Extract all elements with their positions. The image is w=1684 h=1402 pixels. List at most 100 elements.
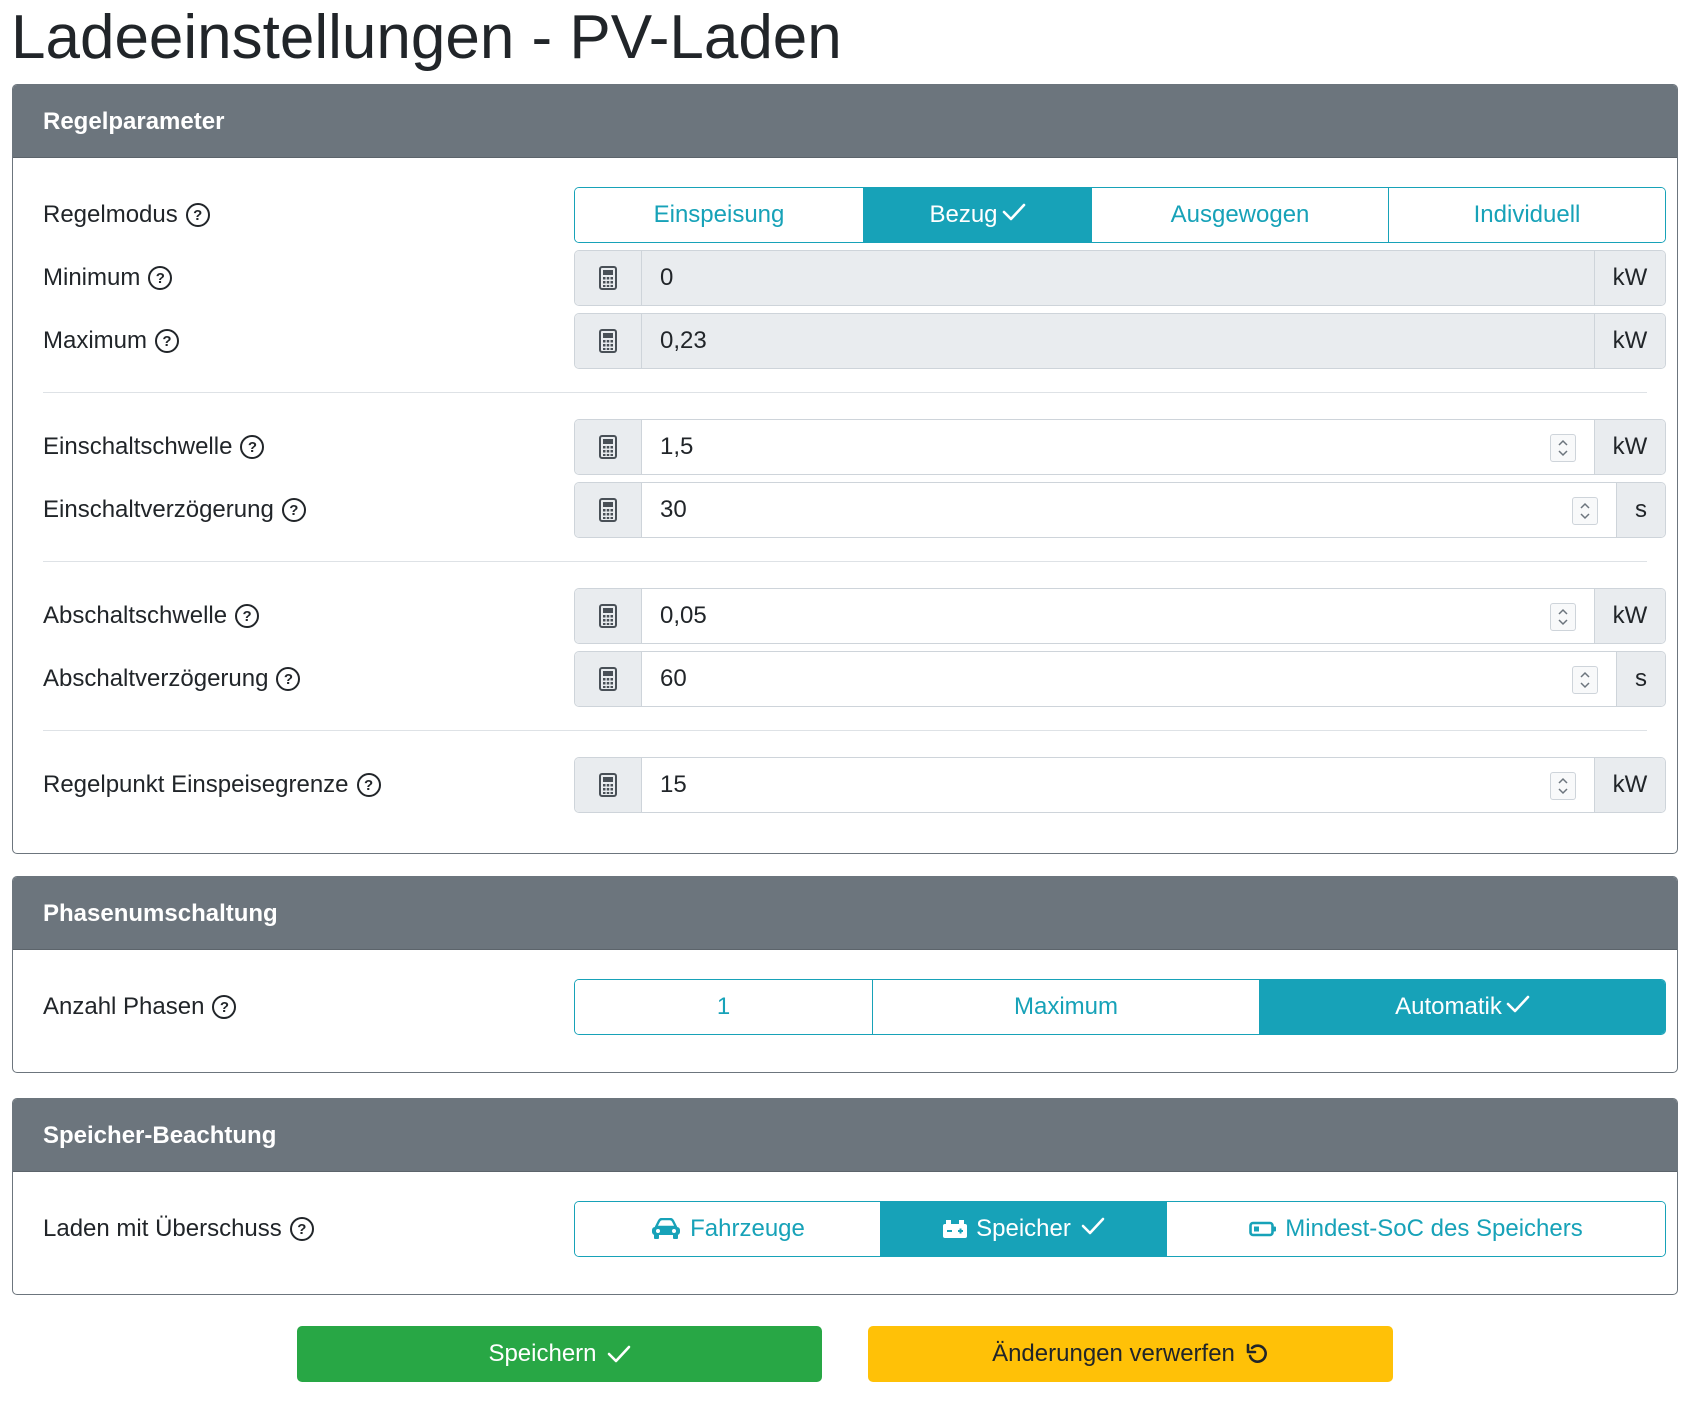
calculator-icon [575, 652, 642, 706]
phasen-option-automatik[interactable]: Automatik [1260, 980, 1665, 1034]
label-einschaltschwelle: Einschaltschwelle ? [43, 419, 265, 475]
row-regelpunkt: Regelpunkt Einspeisegrenze ? 15 kW [13, 757, 1677, 813]
maximum-input-group: 0,23 kW [574, 313, 1666, 369]
row-regelmodus: Regelmodus ? Einspeisung Bezug Ausgewoge… [13, 187, 1677, 243]
number-spinner[interactable] [1550, 434, 1576, 462]
abschaltverzoegerung-input-group: 60 s [574, 651, 1666, 707]
discard-button[interactable]: Änderungen verwerfen [868, 1326, 1393, 1382]
card-header-phasenumschaltung: Phasenumschaltung [13, 877, 1677, 950]
anzahl-phasen-label: Anzahl Phasen [43, 993, 205, 1020]
abschaltverzoegerung-input[interactable]: 60 [642, 652, 1616, 706]
einschaltschwelle-value: 1,5 [660, 433, 694, 460]
divider [43, 730, 1647, 731]
label-regelpunkt: Regelpunkt Einspeisegrenze ? [43, 757, 381, 813]
label-regelmodus: Regelmodus ? [43, 187, 210, 243]
abschaltschwelle-input[interactable]: 0,05 [642, 589, 1594, 643]
number-spinner[interactable] [1572, 666, 1598, 694]
regelmodus-button-group: Einspeisung Bezug Ausgewogen Individuell [574, 187, 1666, 243]
regelpunkt-value: 15 [660, 771, 687, 798]
card-header-regelparameter: Regelparameter [13, 85, 1677, 158]
regelpunkt-unit: kW [1594, 758, 1665, 812]
option-label: Automatik [1395, 993, 1502, 1020]
abschaltschwelle-value: 0,05 [660, 602, 707, 629]
help-icon[interactable]: ? [185, 203, 210, 227]
number-spinner[interactable] [1550, 603, 1576, 631]
help-icon[interactable]: ? [155, 329, 180, 353]
row-einschaltschwelle: Einschaltschwelle ? 1,5 kW [13, 419, 1677, 475]
laden-mit-ueberschuss-button-group: Fahrzeuge Speicher Mindest-SoC des Speic… [574, 1201, 1666, 1257]
abschaltschwelle-label: Abschaltschwelle [43, 602, 228, 629]
number-spinner[interactable] [1550, 772, 1576, 800]
regelmodus-option-ausgewogen[interactable]: Ausgewogen [1092, 188, 1389, 242]
regelpunkt-input[interactable]: 15 [642, 758, 1594, 812]
option-label: Bezug [929, 201, 998, 228]
divider [43, 561, 1647, 562]
row-laden-mit-ueberschuss: Laden mit Überschuss ? Fahrzeuge Speiche… [13, 1201, 1677, 1257]
label-maximum: Maximum ? [43, 313, 180, 369]
einschaltverzoegerung-label: Einschaltverzögerung [43, 496, 274, 523]
label-anzahl-phasen: Anzahl Phasen ? [43, 979, 237, 1035]
row-abschaltverzoegerung: Abschaltverzögerung ? 60 s [13, 651, 1677, 707]
page-title: Ladeeinstellungen - PV-Laden [11, 3, 842, 72]
label-laden-mit-ueberschuss: Laden mit Überschuss ? [43, 1201, 314, 1257]
help-icon[interactable]: ? [235, 604, 260, 628]
einschaltschwelle-unit: kW [1594, 420, 1665, 474]
phasen-option-1[interactable]: 1 [575, 980, 873, 1034]
ueberschuss-option-speicher[interactable]: Speicher [881, 1202, 1167, 1256]
abschaltschwelle-unit: kW [1594, 589, 1665, 643]
regelmodus-option-bezug[interactable]: Bezug [864, 188, 1092, 242]
maximum-label: Maximum [43, 327, 148, 354]
help-icon[interactable]: ? [276, 667, 301, 691]
row-abschaltschwelle: Abschaltschwelle ? 0,05 kW [13, 588, 1677, 644]
regelpunkt-input-group: 15 kW [574, 757, 1666, 813]
einschaltverzoegerung-unit: s [1616, 483, 1665, 537]
help-icon[interactable]: ? [356, 773, 381, 797]
row-maximum: Maximum ? 0,23 kW [13, 313, 1677, 369]
help-icon[interactable]: ? [148, 266, 173, 290]
calculator-icon [575, 483, 642, 537]
abschaltschwelle-input-group: 0,05 kW [574, 588, 1666, 644]
row-minimum: Minimum ? 0 kW [13, 250, 1677, 306]
ueberschuss-option-fahrzeuge[interactable]: Fahrzeuge [575, 1202, 881, 1256]
calculator-icon [575, 251, 642, 305]
einschaltschwelle-input[interactable]: 1,5 [642, 420, 1594, 474]
label-minimum: Minimum ? [43, 250, 173, 306]
card-regelparameter: Regelparameter Regelmodus ? Einspeisung … [12, 84, 1678, 854]
regelmodus-label: Regelmodus [43, 201, 178, 228]
page: Ladeeinstellungen - PV-Laden Regelparame… [0, 0, 1684, 1402]
option-label: Individuell [1473, 201, 1581, 228]
car-icon [650, 1218, 682, 1240]
check-icon [1002, 201, 1026, 229]
abschaltverzoegerung-label: Abschaltverzögerung [43, 665, 269, 692]
card-header-speicher: Speicher-Beachtung [13, 1099, 1677, 1172]
help-icon[interactable]: ? [281, 498, 306, 522]
card-phasenumschaltung: Phasenumschaltung Anzahl Phasen ? 1 Maxi… [12, 876, 1678, 1073]
regelpunkt-label: Regelpunkt Einspeisegrenze [43, 771, 349, 798]
einschaltverzoegerung-input[interactable]: 30 [642, 483, 1616, 537]
laden-mit-ueberschuss-label: Laden mit Überschuss [43, 1215, 282, 1242]
calculator-icon [575, 420, 642, 474]
help-icon[interactable]: ? [240, 435, 265, 459]
ueberschuss-option-mindest-soc[interactable]: Mindest-SoC des Speichers [1167, 1202, 1665, 1256]
number-spinner[interactable] [1572, 497, 1598, 525]
check-icon [607, 1344, 631, 1364]
calculator-icon [575, 758, 642, 812]
option-label: Speicher [976, 1215, 1071, 1242]
label-abschaltverzoegerung: Abschaltverzögerung ? [43, 651, 301, 707]
option-label: Ausgewogen [1170, 201, 1310, 228]
minimum-input-group: 0 kW [574, 250, 1666, 306]
einschaltverzoegerung-value: 30 [660, 496, 687, 523]
option-label: Einspeisung [653, 201, 785, 228]
phasen-option-maximum[interactable]: Maximum [873, 980, 1260, 1034]
regelmodus-option-individuell[interactable]: Individuell [1389, 188, 1665, 242]
help-icon[interactable]: ? [289, 1217, 314, 1241]
label-abschaltschwelle: Abschaltschwelle ? [43, 588, 260, 644]
regelmodus-option-einspeisung[interactable]: Einspeisung [575, 188, 864, 242]
undo-icon [1245, 1342, 1269, 1366]
row-einschaltverzoegerung: Einschaltverzögerung ? 30 s [13, 482, 1677, 538]
help-icon[interactable]: ? [212, 995, 237, 1019]
minimum-unit: kW [1594, 251, 1665, 305]
check-icon [1081, 1215, 1105, 1243]
divider [43, 392, 1647, 393]
save-button[interactable]: Speichern [297, 1326, 822, 1382]
